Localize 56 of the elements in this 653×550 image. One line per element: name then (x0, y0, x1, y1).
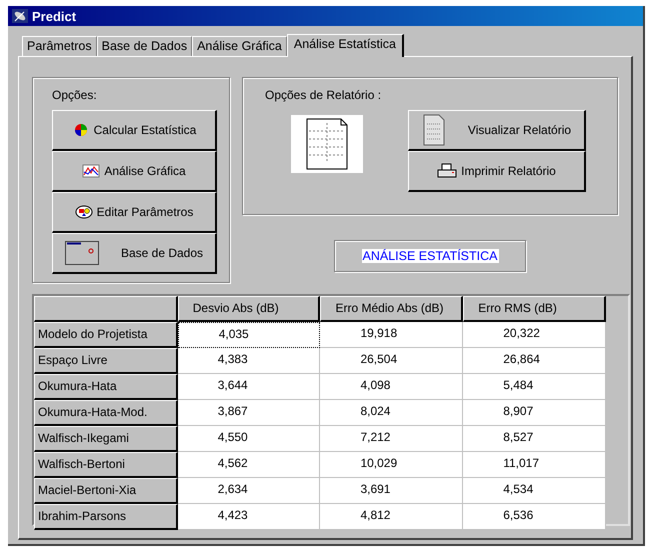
option-button[interactable]: Análise Gráfica (52, 151, 217, 192)
report-button[interactable]: Imprimir Relatório (408, 151, 586, 192)
row-header: Walfisch-Bertoni (34, 452, 178, 478)
table-cell: 4,562 (178, 452, 320, 478)
row-header: Espaço Livre (34, 348, 178, 374)
group-label: Opções: (52, 88, 98, 102)
table-cell: 4,383 (178, 348, 320, 374)
table-cell: 3,644 (178, 374, 320, 400)
printer-icon (437, 163, 458, 179)
table-cell: 4,098 (320, 374, 464, 400)
shapes-icon (74, 205, 93, 219)
satellite-dish-icon (12, 9, 28, 23)
table-cell: 3,691 (320, 478, 464, 504)
row-header: Modelo do Projetista (34, 322, 178, 348)
table-cell: 7,212 (320, 426, 464, 452)
table-cell: 8,024 (320, 400, 464, 426)
table-cell: 4,534 (463, 478, 606, 504)
table-cell: 10,029 (320, 452, 464, 478)
option-button[interactable]: Editar Parâmetros (52, 192, 217, 233)
table-cell: 3,867 (178, 400, 320, 426)
tab[interactable]: Análise Gráfica (192, 36, 287, 56)
option-button[interactable]: Base de Dados (52, 233, 217, 274)
table-cell: 20,322 (463, 322, 606, 348)
table-cell: 26,504 (320, 348, 464, 374)
column-header: Erro RMS (dB) (463, 296, 606, 322)
table-cell: 5,484 (463, 374, 606, 400)
table-cell: 4,035 (178, 322, 320, 348)
line-graph-icon (82, 164, 100, 178)
tab[interactable]: Parâmetros (22, 36, 97, 56)
tab[interactable]: Base de Dados (96, 36, 192, 56)
column-header: Desvio Abs (dB) (178, 296, 320, 322)
row-header: Okumura-Hata (34, 374, 178, 400)
document-icon (291, 115, 363, 173)
document-icon (422, 114, 446, 146)
table-cell: 11,017 (463, 452, 606, 478)
row-header: Ibrahim-Parsons (34, 504, 178, 530)
row-header: Okumura-Hata-Mod. (34, 400, 178, 426)
table-cell: 4,423 (178, 504, 320, 530)
column-header: Erro Médio Abs (dB) (320, 296, 464, 322)
window-icon (64, 241, 99, 265)
row-header: Walfisch-Ikegami (34, 426, 178, 452)
group-label: Opções de Relatório : (265, 88, 382, 102)
tab[interactable]: Análise Estatística (286, 34, 404, 57)
option-button[interactable]: Calcular Estatística (52, 110, 217, 151)
report-button[interactable]: Visualizar Relatório (408, 110, 586, 151)
row-header: Maciel-Bertoni-Xia (34, 478, 178, 504)
table-cell: 4,812 (320, 504, 464, 530)
table-cell: 8,527 (463, 426, 606, 452)
table-cell: 6,536 (463, 504, 606, 530)
table-cell: 8,907 (463, 400, 606, 426)
table-cell: 26,864 (463, 348, 606, 374)
banner-text: ANÁLISE ESTATÍSTICA (362, 249, 498, 263)
table-cell: 19,918 (320, 322, 464, 348)
window-title: Predict (32, 8, 76, 24)
table-cell: 2,634 (178, 478, 320, 504)
table-cell: 4,550 (178, 426, 320, 452)
